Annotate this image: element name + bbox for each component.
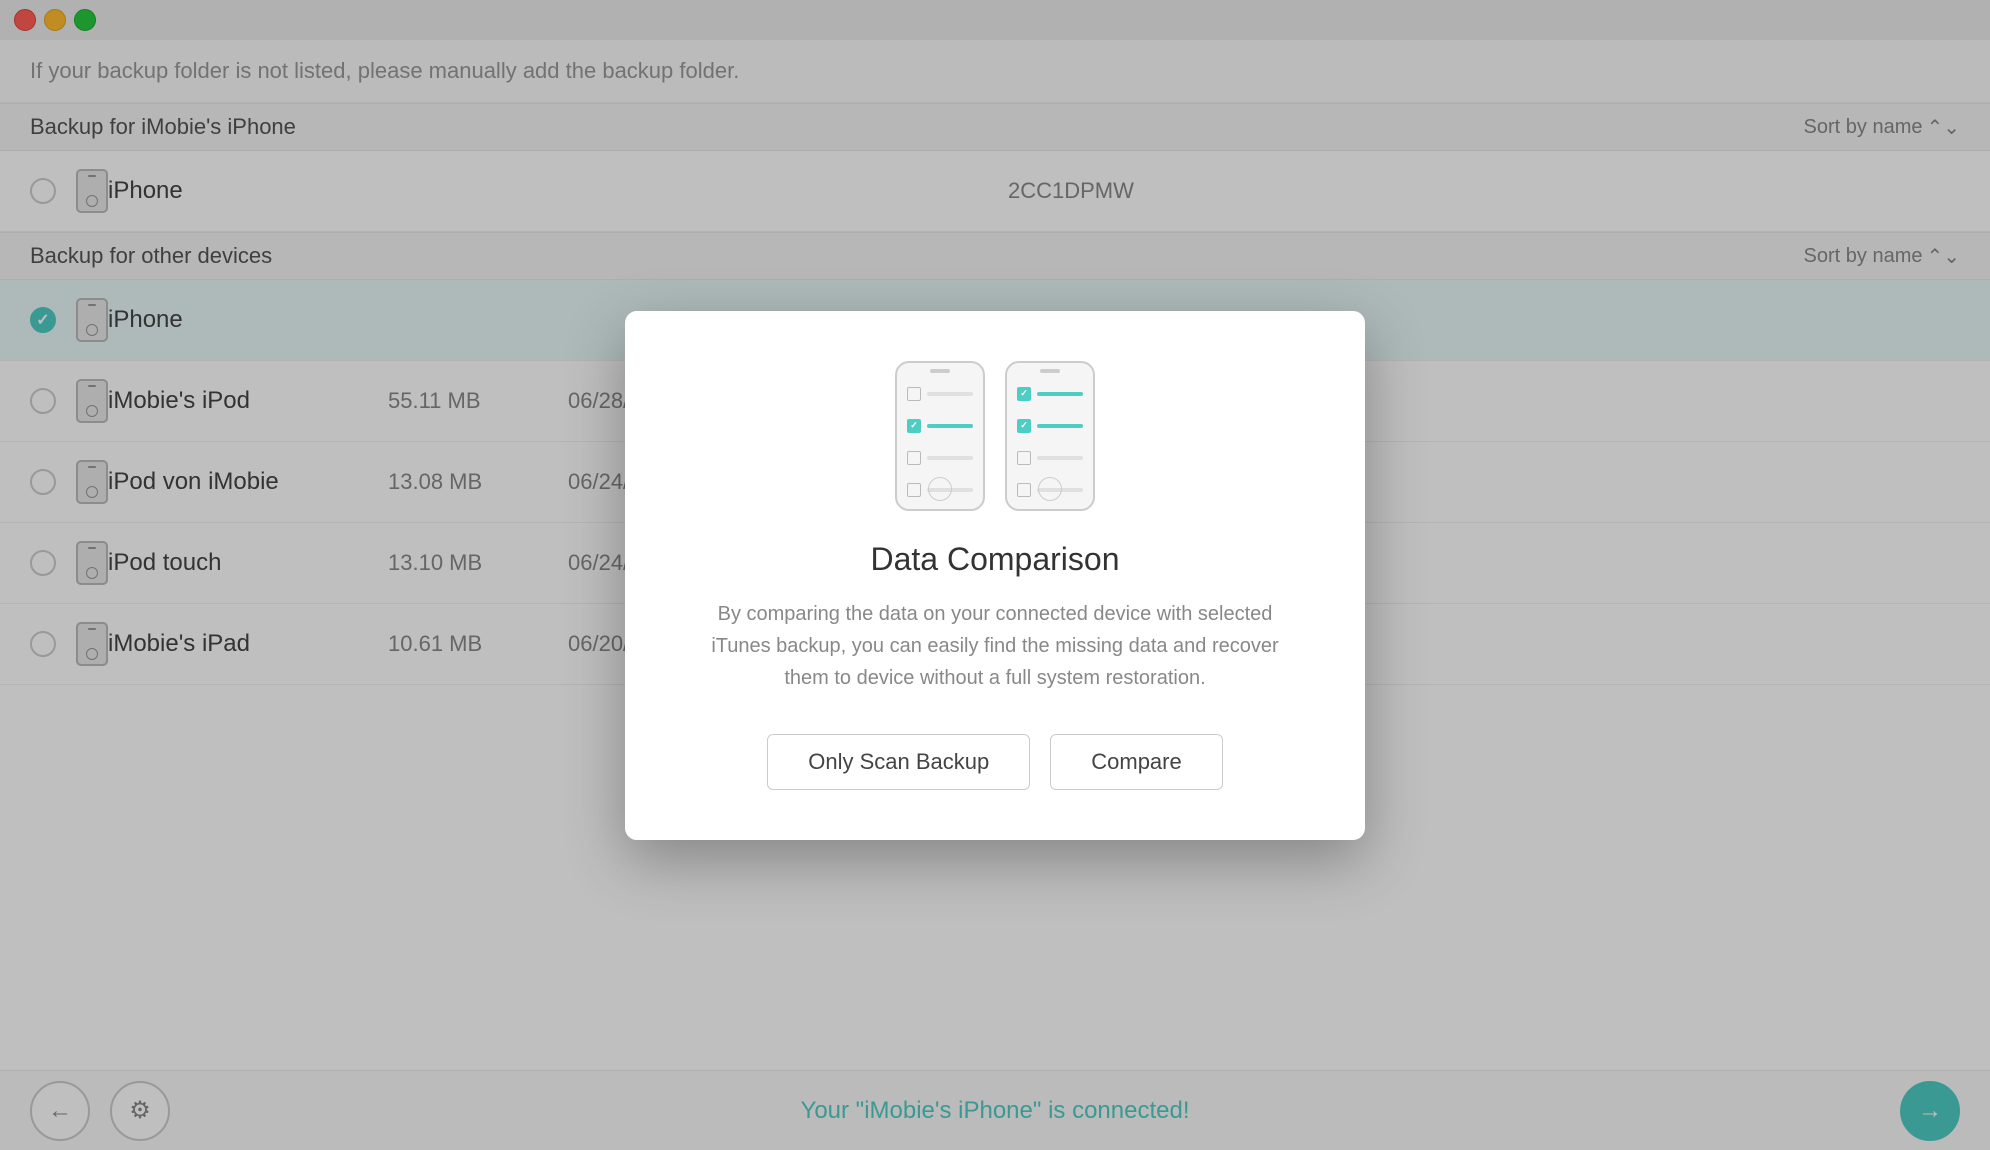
checkbox-icon (1017, 483, 1031, 497)
checkbox-icon (907, 483, 921, 497)
checkbox-icon (907, 387, 921, 401)
checkbox-checked-icon (1017, 419, 1031, 433)
modal-overlay[interactable]: Data Comparison By comparing the data on… (0, 0, 1990, 1150)
modal-title: Data Comparison (871, 541, 1120, 578)
checkbox-checked-icon (1017, 387, 1031, 401)
modal-buttons: Only Scan Backup Compare (767, 734, 1222, 790)
data-comparison-modal: Data Comparison By comparing the data on… (625, 311, 1365, 840)
checkbox-icon (1017, 451, 1031, 465)
checkbox-checked-icon (907, 419, 921, 433)
comparison-illustration (895, 361, 1095, 511)
scan-backup-button[interactable]: Only Scan Backup (767, 734, 1030, 790)
phone-illustration-left (895, 361, 985, 511)
modal-description: By comparing the data on your connected … (705, 598, 1285, 694)
checkbox-icon (907, 451, 921, 465)
compare-button[interactable]: Compare (1050, 734, 1222, 790)
phone-illustration-right (1005, 361, 1095, 511)
